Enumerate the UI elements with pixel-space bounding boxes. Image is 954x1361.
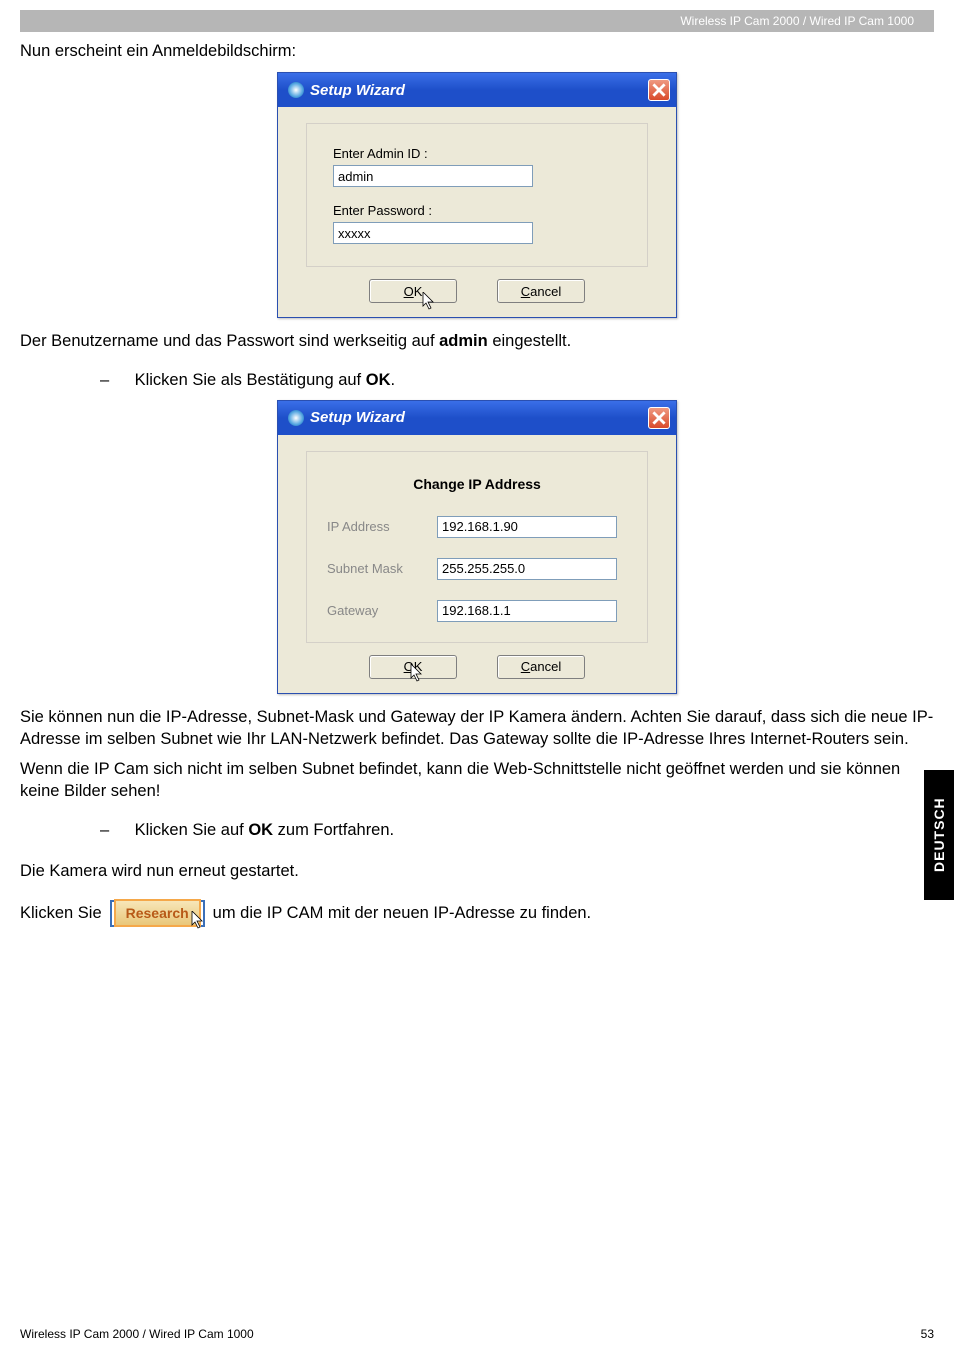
header-bar: Wireless IP Cam 2000 / Wired IP Cam 1000 [20,10,934,32]
research-row: Klicken Sie Research um die IP CAM mit d… [20,900,934,927]
cursor-icon [410,664,424,684]
ip-address-label: IP Address [327,519,437,534]
ip-dialog: Setup Wizard Change IP Address IP Addres… [277,400,677,694]
after-login-text: Der Benutzername und das Passwort sind w… [20,330,934,352]
wizard-icon [288,410,304,426]
cursor-icon [191,911,205,931]
cancel-button[interactable]: Cancel [497,655,585,679]
research-button[interactable]: Research [110,900,205,927]
para2: Sie können nun die IP-Adresse, Subnet-Ma… [20,706,934,751]
ip-title: Setup Wizard [310,409,405,426]
para4: Die Kamera wird nun erneut gestartet. [20,860,934,882]
close-button[interactable] [648,79,670,101]
header-product: Wireless IP Cam 2000 / Wired IP Cam 1000 [680,14,914,28]
password-input[interactable] [333,222,533,244]
change-ip-heading: Change IP Address [327,466,627,506]
login-dialog: Setup Wizard Enter Admin ID : Enter Pass… [277,72,677,318]
ip-address-input[interactable] [437,516,617,538]
page-number: 53 [921,1327,934,1341]
login-title: Setup Wizard [310,82,405,99]
bullet-1: – Klicken Sie als Bestätigung auf OK. [100,371,934,390]
language-tab: DEUTSCH [924,770,954,900]
footer-left: Wireless IP Cam 2000 / Wired IP Cam 1000 [20,1327,254,1341]
cancel-button[interactable]: Cancel [497,279,585,303]
research-post: um die IP CAM mit der neuen IP-Adresse z… [213,904,591,923]
gateway-label: Gateway [327,603,437,618]
ok-button[interactable]: OK [369,279,457,303]
subnet-mask-input[interactable] [437,558,617,580]
login-titlebar: Setup Wizard [278,73,676,107]
bullet-2: – Klicken Sie auf OK zum Fortfahren. [100,821,934,840]
para3: Wenn die IP Cam sich nicht im selben Sub… [20,758,934,803]
admin-id-label: Enter Admin ID : [333,146,621,161]
close-button[interactable] [648,407,670,429]
wizard-icon [288,82,304,98]
gateway-input[interactable] [437,600,617,622]
intro-text: Nun erscheint ein Anmeldebildschirm: [20,40,934,62]
ip-titlebar: Setup Wizard [278,401,676,435]
ok-button[interactable]: OK [369,655,457,679]
research-pre: Klicken Sie [20,904,102,923]
password-label: Enter Password : [333,203,621,218]
cursor-icon [422,292,436,312]
footer: Wireless IP Cam 2000 / Wired IP Cam 1000… [20,1327,934,1341]
close-icon [652,83,666,97]
admin-id-input[interactable] [333,165,533,187]
close-icon [652,411,666,425]
subnet-mask-label: Subnet Mask [327,561,437,576]
